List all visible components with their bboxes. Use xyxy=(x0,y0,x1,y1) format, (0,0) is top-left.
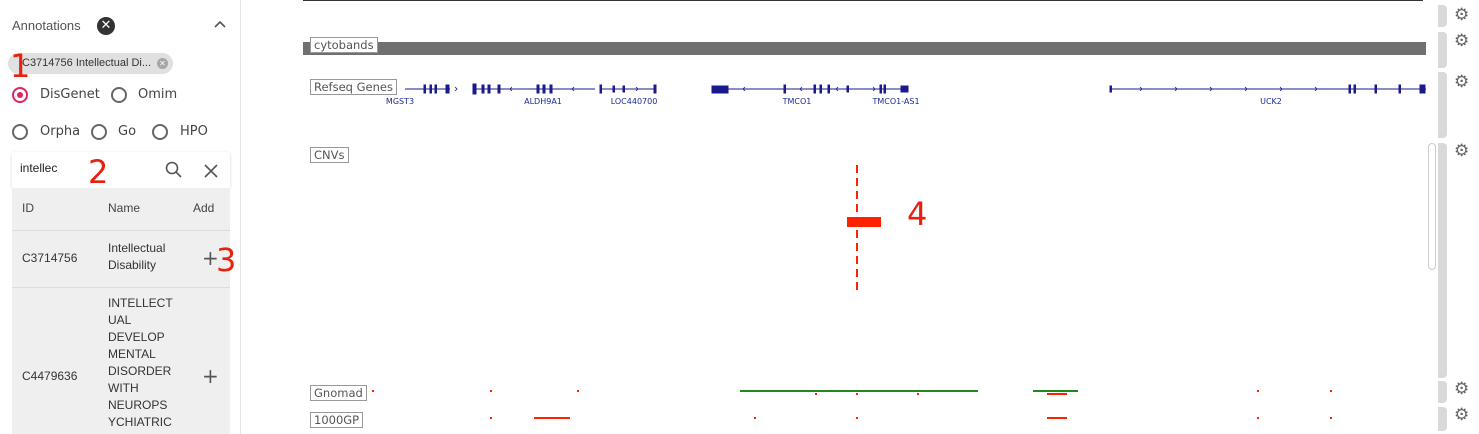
radio-hpo[interactable] xyxy=(152,124,168,140)
track-label-cnvs: CNVs xyxy=(310,147,349,163)
table-row: C4479636 INTELLECT UAL DEVELOP MENTAL DI… xyxy=(12,288,230,434)
track-resize-handle[interactable] xyxy=(1438,72,1447,138)
cnv-scrollbar[interactable] xyxy=(1428,143,1436,270)
marker-2: 2 xyxy=(88,153,109,191)
gear-icon[interactable]: ⚙ xyxy=(1454,143,1469,160)
track-resize-handle[interactable] xyxy=(1438,143,1447,378)
cell-id: C3714756 xyxy=(22,251,78,265)
refseq-gene-track xyxy=(405,83,1426,95)
cell-name-line: WITH xyxy=(108,381,139,395)
gene-label[interactable]: MGST3 xyxy=(386,97,414,106)
cell-name-line: DEVELOP xyxy=(108,330,165,344)
cell-name-line: MENTAL xyxy=(108,347,156,361)
column-header-name: Name xyxy=(108,201,141,215)
cell-name-line: INTELLECT xyxy=(108,296,173,310)
gene-label[interactable]: TMCO1 xyxy=(783,97,812,106)
cell-name-line: NEUROPS xyxy=(108,398,168,412)
gene-label[interactable]: ALDH9A1 xyxy=(524,97,562,106)
radio-orpha[interactable] xyxy=(12,124,28,140)
track-label-refseq: Refseq Genes xyxy=(310,79,397,95)
gene-label[interactable]: UCK2 xyxy=(1260,97,1282,106)
cell-name-line: Disability xyxy=(108,258,157,272)
column-header-add: Add xyxy=(193,201,215,215)
gear-icon[interactable]: ⚙ xyxy=(1454,33,1469,50)
column-header-id: ID xyxy=(22,201,34,215)
close-icon[interactable] xyxy=(204,163,218,182)
cell-name-line: UAL xyxy=(108,313,132,327)
gear-icon[interactable]: ⚙ xyxy=(1454,381,1469,398)
cell-name-line: Intellectual xyxy=(108,241,166,255)
search-icon[interactable] xyxy=(165,161,183,183)
track-resize-handle[interactable] xyxy=(1438,5,1447,27)
gene-label[interactable]: TMCO1-AS1 xyxy=(872,97,919,106)
gear-icon[interactable]: ⚙ xyxy=(1454,7,1469,24)
marker-3: 3 xyxy=(216,241,237,279)
track-resize-handle[interactable] xyxy=(1438,32,1447,68)
search-box xyxy=(12,152,230,188)
table-row: C3714756 Intellectual Disability + xyxy=(12,231,230,287)
track-resize-handle[interactable] xyxy=(1438,381,1447,403)
cell-name-line: YCHIATRIC xyxy=(108,415,172,429)
cell-name-line: DISORDER xyxy=(108,364,172,378)
search-input[interactable] xyxy=(20,161,140,175)
marker-4: 4 xyxy=(907,195,928,233)
gear-icon[interactable]: ⚙ xyxy=(1454,74,1469,91)
track-resize-handle[interactable] xyxy=(1438,407,1447,431)
variant-tracks xyxy=(372,390,1332,419)
cnv-feature[interactable] xyxy=(840,165,890,290)
gene-label[interactable]: LOC440700 xyxy=(611,97,658,106)
radio-label-go: Go xyxy=(118,124,137,139)
radio-label-hpo: HPO xyxy=(180,124,208,139)
gear-icon[interactable]: ⚙ xyxy=(1454,407,1469,424)
cell-name: Intellectual Disability xyxy=(108,240,165,274)
radio-go[interactable] xyxy=(91,124,107,140)
radio-label-orpha: Orpha xyxy=(40,124,81,139)
add-annotation-button[interactable]: + xyxy=(202,366,219,386)
track-label-1000gp: 1000GP xyxy=(310,412,364,428)
cell-id: C4479636 xyxy=(22,369,78,383)
cell-name: INTELLECT UAL DEVELOP MENTAL DISORDER WI… xyxy=(108,295,173,431)
